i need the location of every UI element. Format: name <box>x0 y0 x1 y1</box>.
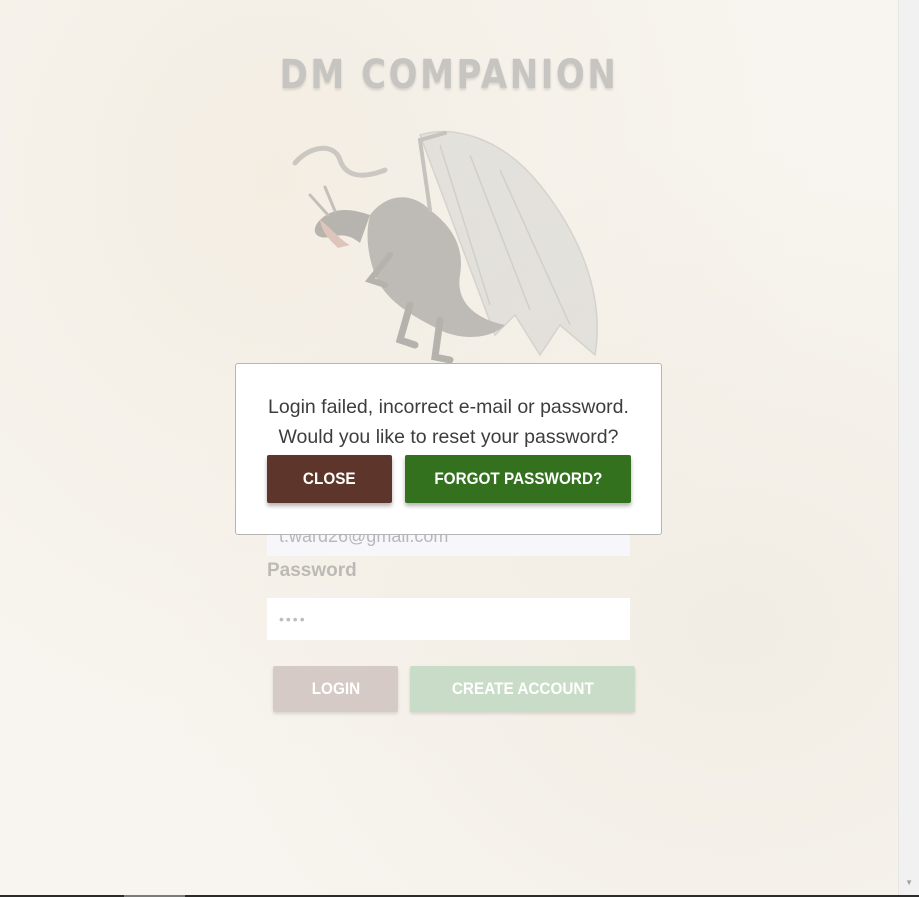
login-button[interactable]: LOGIN <box>273 666 398 712</box>
dialog-message-line-2: Would you like to reset your password? <box>278 426 619 448</box>
create-account-button-label: CREATE ACCOUNT <box>451 679 594 698</box>
vertical-scrollbar[interactable]: ▼ <box>898 0 919 895</box>
password-label: Password <box>267 560 357 581</box>
dialog-message: Login failed, incorrect e-mail or passwo… <box>236 392 661 452</box>
scroll-down-arrow-icon[interactable]: ▼ <box>905 878 913 887</box>
create-account-button[interactable]: CREATE ACCOUNT <box>410 666 635 712</box>
dragon-illustration <box>292 130 598 364</box>
forgot-password-button[interactable]: FORGOT PASSWORD? <box>405 455 631 503</box>
app-title: DM COMPANION <box>279 52 619 98</box>
forgot-password-button-label: FORGOT PASSWORD? <box>433 469 603 488</box>
dialog-message-line-1: Login failed, incorrect e-mail or passwo… <box>268 396 629 418</box>
close-button-label: CLOSE <box>303 469 356 488</box>
login-failed-dialog: Login failed, incorrect e-mail or passwo… <box>235 363 662 535</box>
browser-viewport: DM COMPANION t.ward26@gmail.com Password… <box>0 0 919 897</box>
login-page: DM COMPANION t.ward26@gmail.com Password… <box>0 0 898 895</box>
login-button-label: LOGIN <box>311 679 360 698</box>
close-button[interactable]: CLOSE <box>267 455 392 503</box>
password-input[interactable]: •••• <box>267 598 630 640</box>
